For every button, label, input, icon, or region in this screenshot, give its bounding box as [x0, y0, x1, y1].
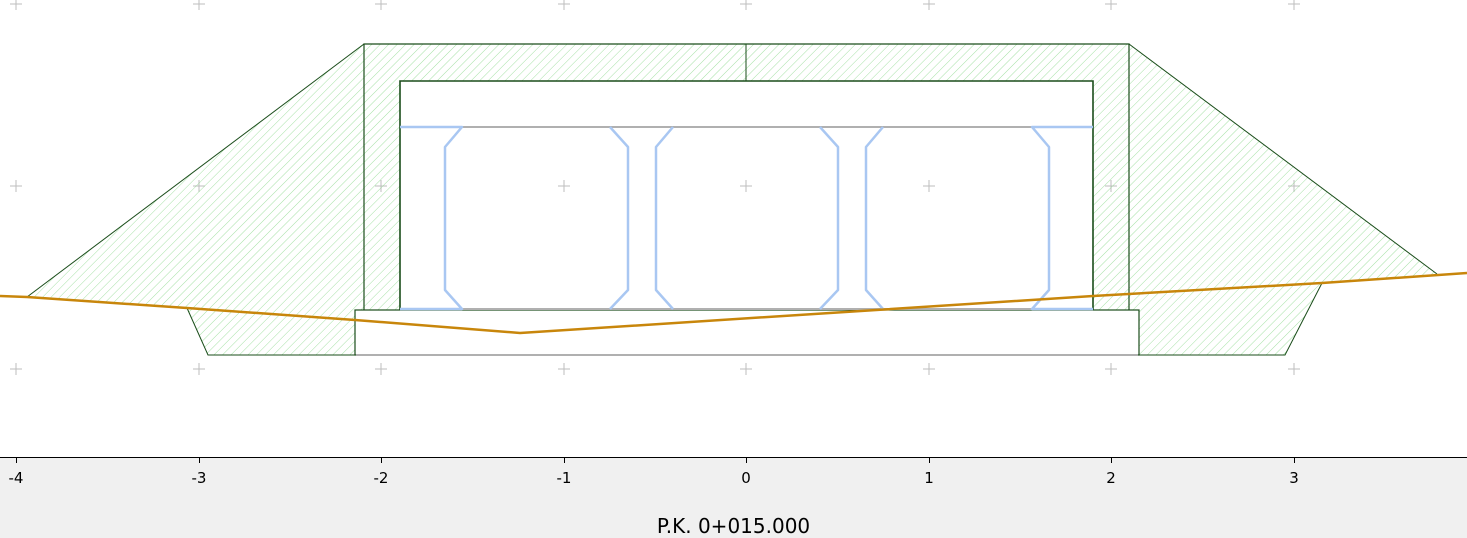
axis-tick [16, 457, 17, 463]
axis-tick-label: 3 [1289, 469, 1299, 487]
axis-tick-label: -3 [191, 469, 207, 487]
axis-tick [381, 457, 382, 463]
right-embankment-fill [1129, 44, 1437, 355]
pier-2-right [864, 126, 884, 310]
horizontal-axis: -4 -3 -2 -1 0 1 2 3 P.K. 0+015.000 [0, 457, 1467, 538]
axis-tick [1111, 457, 1112, 463]
top-cover-fill [364, 44, 1129, 310]
axis-tick [929, 457, 930, 463]
pier-1-right [654, 126, 674, 310]
axis-line [0, 457, 1467, 458]
drawing-canvas[interactable] [0, 0, 1467, 458]
axis-tick-label: 0 [741, 469, 751, 487]
axis-tick [1294, 457, 1295, 463]
base-slab [354, 309, 1140, 356]
axis-tick [199, 457, 200, 463]
culvert-outer-outline [363, 43, 1130, 310]
axis-tick [564, 457, 565, 463]
station-label: P.K. 0+015.000 [656, 514, 811, 538]
axis-tick [746, 457, 747, 463]
axis-tick-label: 1 [924, 469, 934, 487]
pier-1-left [609, 126, 630, 310]
pier-2-left [819, 126, 840, 310]
cross-section-drawing [0, 0, 1467, 375]
axis-tick-label: -1 [556, 469, 572, 487]
axis-tick-label: 2 [1106, 469, 1116, 487]
culvert-inner-outline [399, 80, 1094, 310]
right-side-beam [1030, 125, 1093, 311]
axis-tick-label: -2 [373, 469, 389, 487]
left-side-beam [400, 125, 464, 311]
axis-tick-label: -4 [8, 469, 24, 487]
cell-outlines [400, 125, 1093, 311]
